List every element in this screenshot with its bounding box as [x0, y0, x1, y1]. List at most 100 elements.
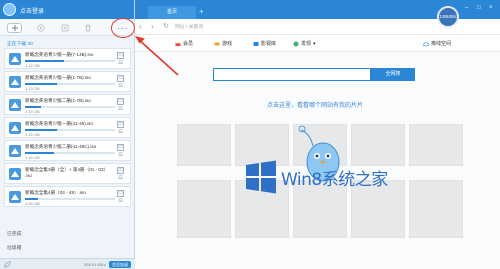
completed-section[interactable]: 已完成	[7, 230, 21, 237]
download-size: 1.12 GB	[25, 63, 40, 68]
select-checkbox[interactable]: ▭	[117, 52, 124, 59]
progress-bar	[25, 60, 115, 62]
compass-icon	[293, 41, 299, 46]
tab-home[interactable]: 首页	[148, 6, 196, 19]
download-item[interactable]: 新概念英语青少版二册(1-7B).iso 1.19 GB ▭ ⊡	[4, 94, 131, 115]
progress-fill	[25, 198, 38, 200]
maximize-button[interactable]: □	[477, 5, 481, 11]
nav-label: 离线空间	[431, 41, 452, 47]
trash-section[interactable]: 垃圾箱	[7, 244, 21, 251]
trash-icon	[85, 24, 90, 32]
select-checkbox[interactable]: ▭	[117, 98, 124, 105]
speed-badge[interactable]: 136KB/s	[437, 6, 459, 28]
download-item[interactable]: 新概念英语青少版二册(41-49C).iso 1.15 GB ▭ ⊡	[4, 140, 131, 161]
download-item[interactable]: 新概念英语青少版一册(1-7B).iso 1.13 GB ▭ ⊡	[4, 71, 131, 92]
download-size: 1.19 GB	[25, 109, 40, 114]
download-size: 0.99 GB	[25, 201, 40, 206]
download-size: 1.15 GB	[25, 132, 40, 137]
windows-logo-icon	[246, 160, 276, 194]
pause-button[interactable]	[60, 23, 69, 33]
disc-file-icon	[9, 53, 21, 65]
select-checkbox[interactable]: ▭	[117, 167, 124, 174]
plus-icon	[11, 25, 18, 31]
cloud-icon	[423, 41, 429, 46]
nav-label: 游戏	[222, 41, 233, 47]
watermark-text: Win8系统之家	[281, 170, 388, 190]
download-name: 新概念英语青少版一册(7-14B).iso	[25, 52, 94, 57]
download-name: 新概念英语青少版一册(41-48).iso	[25, 121, 93, 126]
browser-nav: 会员 游戏 影视库 发现 ▾ 离线空间	[135, 35, 500, 52]
nav-films[interactable]: 影视库	[253, 40, 276, 47]
folder-icon[interactable]: ⊡	[117, 153, 124, 159]
browser-panel: 首页 + – □ × 136KB/s ‹ › ↻ 网址 / 关键词 会员 游戏 …	[135, 0, 500, 269]
film-icon	[253, 41, 259, 46]
progress-bar	[25, 198, 115, 200]
download-item[interactable]: 新概念全集3册（全）+ 第4册（01 - 03） .iso ▭ ⊡	[4, 163, 131, 184]
download-name: 新概念英语青少版一册(1-7B).iso	[25, 75, 91, 80]
download-panel: 点击登录 ··· 正在下载 30 新概念英语青少版一册(7-14B).iso 1…	[0, 0, 135, 269]
downloading-label: 正在下载 30	[7, 42, 33, 47]
progress-fill	[25, 106, 42, 108]
nav-label: 发现	[301, 41, 312, 47]
avatar[interactable]	[3, 3, 16, 16]
download-item[interactable]: 新概念全集4册（04 - 48）.iso 0.99 GB ▭ ⊡	[4, 186, 131, 207]
disc-file-icon	[9, 122, 21, 134]
search-all-button[interactable]: 全网搜	[371, 68, 415, 81]
browser-content: 全网搜 点击这里，看看哪个网站有我的片片 Win8系统之家	[135, 52, 500, 269]
chevron-down-icon: ▾	[313, 40, 316, 47]
download-name: 新概念英语青少版二册(41-49C).iso	[25, 144, 97, 149]
leaf-icon[interactable]	[4, 261, 11, 268]
minimize-button[interactable]: –	[465, 5, 468, 11]
search-input[interactable]	[213, 68, 371, 81]
download-name-continued: .iso	[25, 173, 32, 178]
disc-file-icon	[9, 145, 21, 157]
folder-icon[interactable]: ⊡	[117, 107, 124, 113]
new-task-button[interactable]	[7, 23, 22, 33]
progress-fill	[25, 60, 64, 62]
progress-fill	[25, 83, 58, 85]
close-button[interactable]: ×	[489, 5, 493, 11]
nav-discover[interactable]: 发现 ▾	[293, 40, 316, 47]
progress-bar	[25, 83, 115, 85]
select-checkbox[interactable]: ▭	[117, 144, 124, 151]
folder-icon[interactable]: ⊡	[117, 84, 124, 90]
folder-icon[interactable]: ⊡	[117, 176, 124, 182]
folder-icon[interactable]: ⊡	[117, 61, 124, 67]
download-size: 1.15 GB	[25, 155, 40, 160]
gamepad-icon	[214, 42, 220, 45]
nav-games[interactable]: 游戏	[214, 40, 232, 47]
nav-offline-space[interactable]: 离线空间	[423, 40, 451, 47]
disc-file-icon	[9, 168, 21, 180]
start-button[interactable]	[36, 23, 45, 33]
progress-fill	[25, 129, 57, 131]
delete-button[interactable]	[83, 23, 92, 33]
play-icon	[36, 24, 45, 32]
select-checkbox[interactable]: ▭	[117, 190, 124, 197]
nav-label: 会员	[183, 41, 194, 47]
download-item[interactable]: 新概念英语青少版一册(41-48).iso 1.15 GB ▭ ⊡	[4, 117, 131, 138]
login-link[interactable]: 点击登录	[20, 6, 44, 15]
disc-file-icon	[9, 99, 21, 111]
promo-link[interactable]: 点击这里，看看哪个网站有我的片片	[267, 100, 363, 109]
download-speed: 535.91 KB/s	[84, 262, 106, 267]
vip-accelerate-button[interactable]: 会员加速	[109, 261, 131, 268]
download-size: 1.13 GB	[25, 86, 40, 91]
annotation-arrow	[135, 36, 179, 76]
select-checkbox[interactable]: ▭	[117, 75, 124, 82]
select-checkbox[interactable]: ▭	[117, 121, 124, 128]
folder-icon[interactable]: ⊡	[117, 130, 124, 136]
pause-icon	[61, 24, 68, 32]
progress-bar	[25, 106, 115, 108]
disc-file-icon	[9, 76, 21, 88]
status-bar: 535.91 KB/s 会员加速	[0, 258, 135, 269]
download-item[interactable]: 新概念英语青少版一册(7-14B).iso 1.12 GB ▭ ⊡	[4, 48, 131, 69]
folder-icon[interactable]: ⊡	[117, 199, 124, 205]
disc-file-icon	[9, 191, 21, 203]
download-name: 新概念全集3册（全）+ 第4册（01 - 03）	[25, 167, 109, 172]
left-header: 点击登录	[0, 0, 134, 19]
download-name: 新概念英语青少版二册(1-7B).iso	[25, 98, 91, 103]
progress-bar	[25, 152, 115, 154]
nav-label: 影视库	[261, 41, 277, 47]
new-tab-button[interactable]: +	[199, 7, 204, 17]
download-name: 新概念全集4册（04 - 48）.iso	[25, 190, 86, 195]
